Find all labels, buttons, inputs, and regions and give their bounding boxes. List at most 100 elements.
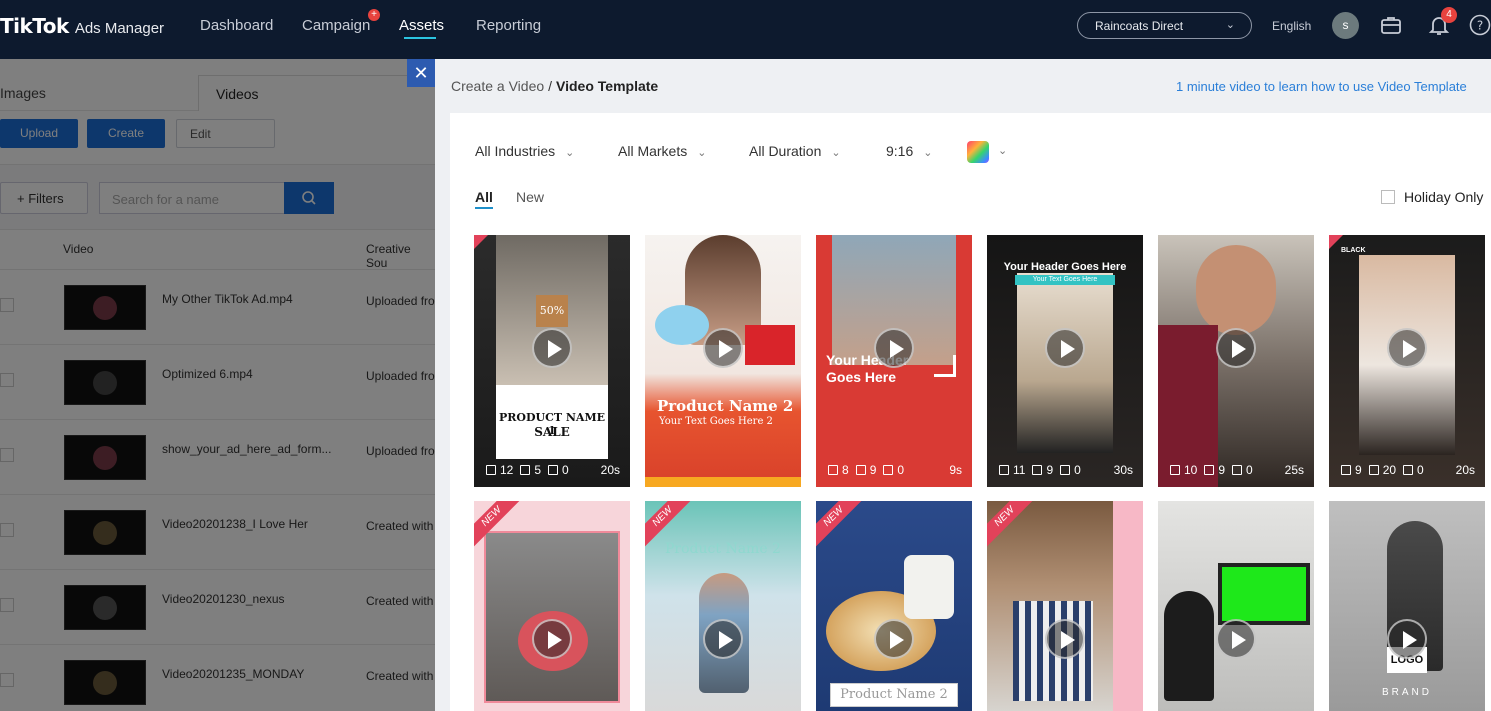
text-count: 10 bbox=[1170, 463, 1197, 477]
template-card[interactable]: NEW bbox=[987, 501, 1143, 711]
template-card[interactable]: BLACK 9 20 0 20s bbox=[1329, 235, 1485, 487]
chevron-down-icon: ⌄ bbox=[565, 147, 575, 159]
checkbox-box[interactable] bbox=[1381, 190, 1395, 204]
template-card[interactable]: Product Name 2 Your Text Goes Here 2 bbox=[645, 235, 801, 487]
video-count: 0 bbox=[883, 463, 904, 477]
account-selector[interactable]: Raincoats Direct ⌄ bbox=[1077, 12, 1252, 39]
duration-filter-label: All Duration bbox=[749, 143, 822, 159]
template-stats: 11 9 0 30s bbox=[999, 463, 1133, 477]
play-icon[interactable] bbox=[1216, 328, 1256, 368]
template-stats: 9 20 0 20s bbox=[1341, 463, 1475, 477]
learn-video-template-link[interactable]: 1 minute video to learn how to use Video… bbox=[1176, 79, 1467, 94]
nav-campaign[interactable]: Campaign bbox=[302, 17, 370, 34]
green-screen-monitor bbox=[1218, 563, 1310, 625]
duration-filter[interactable]: All Duration ⌄ bbox=[749, 143, 841, 159]
close-drawer-button[interactable]: ✕ bbox=[407, 59, 435, 87]
plus-badge-icon: + bbox=[368, 9, 380, 21]
play-icon[interactable] bbox=[1387, 328, 1427, 368]
image-count: 9 bbox=[1032, 463, 1053, 477]
template-image bbox=[1196, 245, 1276, 335]
video-count: 0 bbox=[548, 463, 569, 477]
play-icon[interactable] bbox=[532, 619, 572, 659]
duration: 25s bbox=[1284, 463, 1304, 477]
breadcrumb-separator: / bbox=[548, 78, 553, 94]
progress-strip bbox=[645, 477, 801, 487]
brand-text: BRAND bbox=[1381, 687, 1432, 698]
template-panel: All Industries ⌄ All Markets ⌄ All Duratio… bbox=[450, 113, 1491, 711]
nav-reporting[interactable]: Reporting bbox=[476, 17, 541, 34]
tab-new[interactable]: New bbox=[516, 189, 544, 205]
duration: 30s bbox=[1113, 463, 1133, 477]
play-icon[interactable] bbox=[703, 619, 743, 659]
template-card[interactable]: 50% PRODUCT NAME 1 SALE 12 5 0 20s bbox=[474, 235, 630, 487]
text-count: 12 bbox=[486, 463, 513, 477]
help-icon[interactable]: ? bbox=[1468, 13, 1491, 37]
chevron-down-icon: ⌄ bbox=[831, 147, 841, 159]
chevron-down-icon: ⌄ bbox=[697, 147, 707, 159]
header-text: Your Header Goes Here bbox=[1003, 261, 1127, 273]
holiday-only-label: Holiday Only bbox=[1404, 189, 1484, 205]
template-card[interactable]: Product Name 2 NEW bbox=[816, 501, 972, 711]
nav-dashboard[interactable]: Dashboard bbox=[200, 17, 273, 34]
product-name: Ads Manager bbox=[74, 20, 165, 37]
text-icon bbox=[1170, 465, 1180, 475]
play-icon[interactable] bbox=[703, 328, 743, 368]
play-icon[interactable] bbox=[1045, 619, 1085, 659]
svg-text:?: ? bbox=[1477, 19, 1483, 33]
briefcase-icon[interactable] bbox=[1379, 13, 1403, 37]
holiday-only-checkbox[interactable]: Holiday Only bbox=[1381, 189, 1483, 205]
breadcrumb: Create a Video / Video Template bbox=[451, 78, 658, 94]
chevron-down-icon: ⌄ bbox=[1225, 19, 1235, 31]
text-count-value: 12 bbox=[500, 463, 514, 477]
play-icon[interactable] bbox=[1045, 328, 1085, 368]
text-count: 11 bbox=[999, 463, 1025, 477]
image-count: 9 bbox=[855, 463, 877, 477]
video-icon bbox=[548, 465, 559, 475]
chevron-down-icon[interactable]: ⌄ bbox=[998, 144, 1007, 157]
play-icon[interactable] bbox=[1216, 619, 1256, 659]
template-card[interactable]: NEW bbox=[474, 501, 630, 711]
account-name: Raincoats Direct bbox=[1095, 19, 1184, 33]
aspect-ratio-filter[interactable]: 9:16 ⌄ bbox=[886, 143, 932, 159]
template-stats: 8 9 0 9s bbox=[828, 463, 962, 477]
template-stats: 12 5 0 20s bbox=[486, 463, 620, 477]
template-card[interactable]: LOGO BRAND bbox=[1329, 501, 1485, 711]
nav-assets[interactable]: Assets bbox=[399, 17, 444, 34]
template-card[interactable] bbox=[1158, 501, 1314, 711]
duration: 20s bbox=[1455, 463, 1475, 477]
video-count-value: 0 bbox=[1246, 463, 1253, 477]
sale-text: SALE bbox=[534, 425, 570, 439]
template-card[interactable]: Your Header Goes Here Your Text Goes Her… bbox=[987, 235, 1143, 487]
industry-filter[interactable]: All Industries ⌄ bbox=[475, 143, 574, 159]
top-navigation: TikTok Ads Manager Dashboard Campaign + … bbox=[0, 0, 1491, 59]
tiktok-ads-logo[interactable]: TikTok Ads Manager bbox=[0, 14, 164, 38]
image-icon bbox=[520, 465, 531, 475]
active-tab-indicator bbox=[475, 207, 493, 209]
avatar[interactable]: s bbox=[1332, 12, 1359, 39]
template-card[interactable]: 10 9 0 25s bbox=[1158, 235, 1314, 487]
modal-backdrop[interactable] bbox=[0, 59, 435, 711]
chevron-down-icon: ⌄ bbox=[923, 147, 933, 159]
video-count: 0 bbox=[1060, 463, 1081, 477]
play-icon[interactable] bbox=[874, 328, 914, 368]
template-card[interactable]: Product Name 2 NEW bbox=[645, 501, 801, 711]
language-selector[interactable]: English bbox=[1272, 19, 1311, 33]
color-filter-swatch[interactable] bbox=[967, 141, 989, 163]
template-stats: 10 9 0 25s bbox=[1170, 463, 1304, 477]
template-card[interactable]: Your Header Goes Here 8 9 0 9s bbox=[816, 235, 972, 487]
image-count-value: 9 bbox=[869, 463, 877, 477]
play-icon[interactable] bbox=[1387, 619, 1427, 659]
frame-corner bbox=[934, 355, 956, 377]
image-icon bbox=[855, 465, 866, 475]
tab-all[interactable]: All bbox=[475, 189, 493, 205]
text-count: 9 bbox=[1341, 463, 1362, 477]
gift-bow bbox=[655, 305, 709, 345]
breadcrumb-create-video[interactable]: Create a Video bbox=[451, 78, 544, 94]
market-filter[interactable]: All Markets ⌄ bbox=[618, 143, 706, 159]
text-icon bbox=[486, 465, 496, 475]
gift-box bbox=[745, 325, 795, 365]
play-icon[interactable] bbox=[532, 328, 572, 368]
black-label: BLACK bbox=[1341, 247, 1366, 254]
text-count-value: 9 bbox=[1355, 463, 1362, 477]
play-icon[interactable] bbox=[874, 619, 914, 659]
